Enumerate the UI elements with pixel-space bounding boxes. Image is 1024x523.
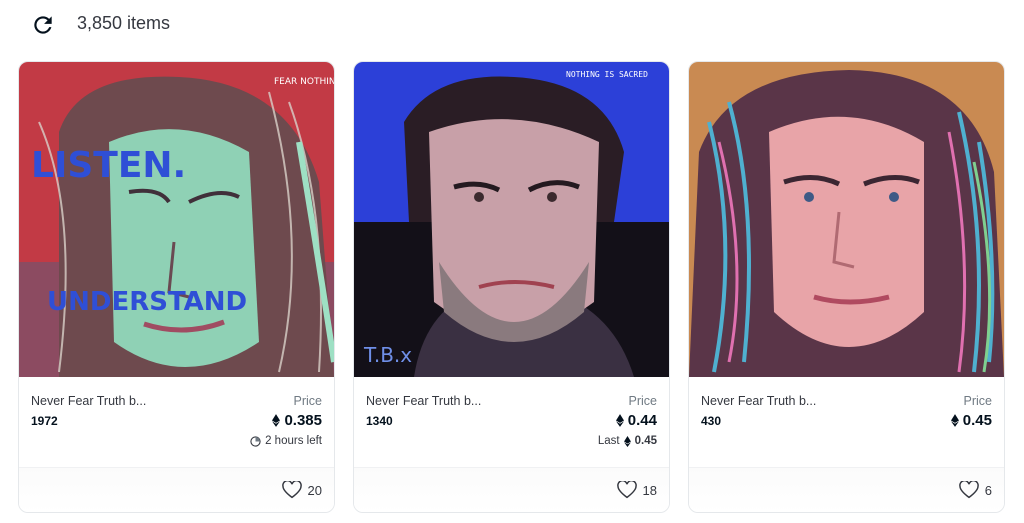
heart-icon[interactable] (616, 481, 637, 499)
favorite-count: 18 (642, 482, 657, 498)
asset-image[interactable] (689, 62, 1004, 377)
clock-icon (250, 435, 261, 447)
eth-icon (615, 414, 624, 427)
price-value: 0.44 (615, 412, 657, 429)
heart-icon[interactable] (958, 481, 979, 499)
asset-image[interactable]: T.B.x NOTHING IS SACRED (354, 62, 669, 377)
price-amount: 0.45 (962, 412, 992, 429)
asset-info: Never Fear Truth b... 1972 Price 0.385 2… (19, 377, 334, 467)
art-text-fear: FEAR NOTHING FORWARD (274, 77, 334, 87)
price-value: 0.45 (950, 412, 992, 429)
time-left-text: 2 hours left (265, 435, 322, 447)
asset-footer: 20 (19, 467, 334, 512)
asset-card[interactable]: LISTEN. UNDERSTAND FEAR NOTHING FORWARD … (18, 61, 335, 513)
asset-image[interactable]: LISTEN. UNDERSTAND FEAR NOTHING FORWARD (19, 62, 334, 377)
asset-footer: 18 (354, 467, 669, 512)
eth-icon (272, 414, 281, 427)
heart-icon[interactable] (281, 481, 302, 499)
refresh-icon[interactable] (30, 12, 56, 38)
price-label: Price (963, 394, 992, 408)
asset-card[interactable]: Never Fear Truth b... 430 Price 0.45 6 (688, 61, 1005, 513)
results-header: 3,850 items (0, 0, 1024, 50)
item-count: 3,850 items (77, 13, 171, 33)
asset-token-id: 430 (701, 414, 722, 428)
price-label: Price (293, 394, 322, 408)
asset-token-id: 1340 (366, 414, 393, 428)
art-text-understand: UNDERSTAND (47, 287, 247, 317)
art-text-signature: T.B.x (363, 343, 412, 367)
asset-info: Never Fear Truth b... 1340 Price 0.44 La… (354, 377, 669, 467)
asset-footer: 6 (689, 467, 1004, 512)
asset-collection-name[interactable]: Never Fear Truth b... (701, 394, 816, 408)
favorite-button[interactable]: 6 (958, 481, 992, 499)
last-sale-label: Last (597, 435, 620, 447)
favorite-count: 20 (307, 482, 322, 498)
asset-card[interactable]: T.B.x NOTHING IS SACRED Never Fear Truth… (353, 61, 670, 513)
favorite-count: 6 (984, 482, 992, 498)
asset-token-id: 1972 (31, 414, 58, 428)
price-label: Price (628, 394, 657, 408)
eth-icon (950, 414, 959, 427)
time-left: 2 hours left (250, 435, 322, 447)
art-text-listen: LISTEN. (31, 145, 186, 186)
asset-collection-name[interactable]: Never Fear Truth b... (31, 394, 146, 408)
eth-icon (623, 435, 631, 447)
last-sale-price: 0.45 (634, 435, 657, 447)
favorite-button[interactable]: 20 (281, 481, 322, 499)
price-value: 0.385 (272, 412, 322, 429)
price-amount: 0.385 (284, 412, 322, 429)
price-amount: 0.44 (627, 412, 657, 429)
asset-collection-name[interactable]: Never Fear Truth b... (366, 394, 481, 408)
last-sale: Last 0.45 (598, 435, 657, 447)
asset-info: Never Fear Truth b... 430 Price 0.45 (689, 377, 1004, 467)
favorite-button[interactable]: 18 (616, 481, 657, 499)
art-text-words: NOTHING IS SACRED (566, 70, 648, 79)
